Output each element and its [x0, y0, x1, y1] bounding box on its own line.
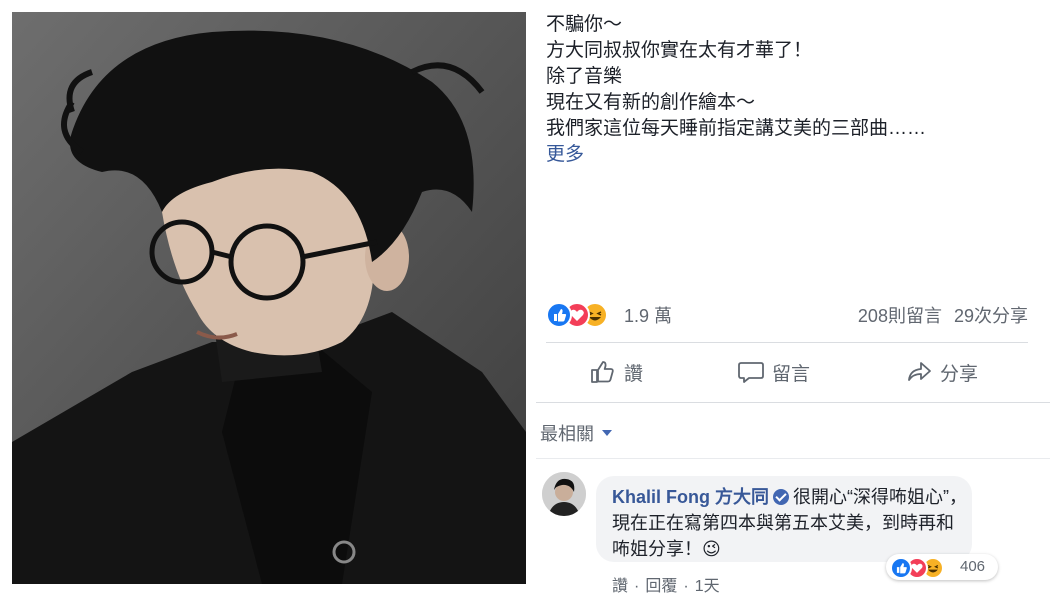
- caption-line: 我們家這位每天睡前指定講艾美的三部曲……: [546, 118, 927, 139]
- shares-count[interactable]: 29次分享: [954, 306, 1028, 326]
- see-more-link[interactable]: 更多: [546, 142, 1026, 168]
- share-button[interactable]: 分享: [906, 352, 978, 392]
- post-caption: 不騙你～ 方大同叔叔你實在太有才華了！ 除了音樂 現在又有新的創作繪本～ 我們家…: [546, 12, 1026, 168]
- like-icon: [890, 557, 912, 579]
- share-icon: [908, 362, 931, 381]
- post-action-bar: 讚 留言 分享: [546, 352, 1028, 392]
- comment-time[interactable]: 1天: [695, 578, 720, 595]
- post-photo[interactable]: [12, 12, 526, 584]
- divider: [536, 402, 1050, 403]
- reactions-summary: 1.9 萬 208則留言 29次分享: [546, 300, 1028, 328]
- caption-line: 不騙你～: [546, 14, 623, 35]
- separator: ·: [634, 578, 640, 595]
- like-label: 讚: [624, 363, 644, 385]
- sort-label: 最相關: [540, 424, 594, 444]
- comment-bubble: Khalil Fong 方大同 很開心“深得咘姐心”，現在正在寫第四本與第五本艾美…: [596, 476, 972, 562]
- caption-line: 方大同叔叔你實在太有才華了！: [546, 40, 813, 61]
- comment-reply-link[interactable]: 回覆: [645, 578, 677, 595]
- share-label: 分享: [940, 363, 979, 385]
- reaction-icons[interactable]: [546, 302, 620, 328]
- comment-sort-dropdown[interactable]: 最相關: [540, 420, 612, 446]
- divider: [546, 342, 1028, 343]
- reaction-count[interactable]: 1.9 萬: [624, 302, 672, 328]
- thumbs-up-icon: [591, 361, 614, 383]
- like-button[interactable]: 讚: [590, 352, 643, 392]
- comment-reaction-count: 406: [960, 558, 986, 575]
- comment-button[interactable]: 留言: [738, 352, 810, 392]
- verified-badge-icon: [773, 489, 789, 505]
- comment-body: Khalil Fong 方大同 很開心“深得咘姐心”，現在正在寫第四本與第五本艾美…: [612, 484, 968, 562]
- portrait-image: [12, 12, 526, 584]
- post-counts: 208則留言 29次分享: [858, 302, 1028, 328]
- like-icon: [546, 302, 572, 328]
- divider: [536, 458, 1050, 459]
- avatar[interactable]: [542, 472, 586, 516]
- caret-down-icon: [602, 430, 612, 436]
- comment-reactions[interactable]: 406: [886, 554, 998, 580]
- comment-icon: [738, 362, 764, 383]
- separator: ·: [683, 578, 689, 595]
- comment-label: 留言: [772, 363, 811, 385]
- comments-count[interactable]: 208則留言: [858, 306, 942, 326]
- comment-like-link[interactable]: 讚: [612, 578, 628, 595]
- caption-line: 現在又有新的創作繪本～: [546, 92, 756, 113]
- post-panel: 不騙你～ 方大同叔叔你實在太有才華了！ 除了音樂 現在又有新的創作繪本～ 我們家…: [536, 0, 1050, 596]
- comment-author[interactable]: Khalil Fong 方大同: [612, 487, 769, 507]
- caption-line: 除了音樂: [546, 66, 623, 87]
- comment-actions: 讚 · 回覆 · 1天: [612, 572, 720, 596]
